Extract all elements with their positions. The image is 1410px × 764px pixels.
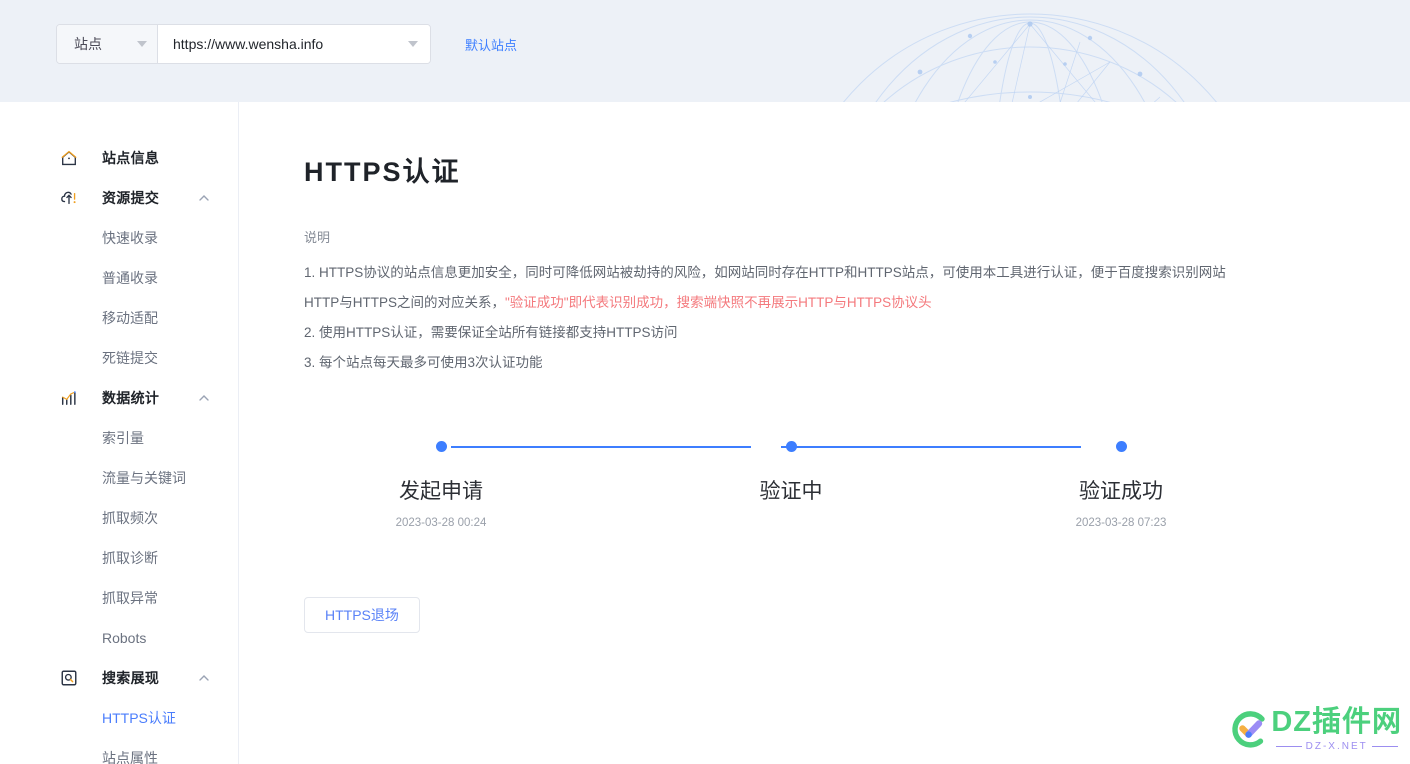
sidebar-item-label: Robots <box>102 630 147 646</box>
sidebar-item-label: HTTPS认证 <box>102 710 176 726</box>
watermark-domain-row: DZ-X.NET <box>1271 741 1402 752</box>
dz-check-circle-logo <box>1232 711 1266 748</box>
sidebar-item-label: 抓取频次 <box>102 510 158 526</box>
chevron-down-icon <box>137 41 147 47</box>
sidebar-nav: 站点信息 资源提交 快速收录 普通收录 移动适配 死链提交 数据统计 索引量 流… <box>0 102 239 764</box>
watermark-rule-right <box>1371 746 1398 747</box>
verification-steps: 发起申请 2023-03-28 00:24 验证中 验证成功 2023-03-2… <box>304 435 1166 555</box>
step-dot-icon <box>435 441 447 452</box>
watermark-brand: DZ插件网 <box>1271 706 1402 738</box>
sidebar-item-crawl-frequency[interactable]: 抓取频次 <box>0 498 238 538</box>
step-3: 验证成功 2023-03-28 07:23 <box>1011 435 1231 529</box>
bar-chart-icon <box>61 391 76 406</box>
sidebar-item-mobile-adapt[interactable]: 移动适配 <box>0 298 238 338</box>
default-site-link[interactable]: 默认站点 <box>465 35 517 54</box>
sidebar-item-label: 快速收录 <box>102 230 158 246</box>
description-label: 说明 <box>304 230 331 245</box>
site-selector[interactable]: 站点 https://www.wensha.info <box>56 24 431 64</box>
sidebar-item-label: 流量与关键词 <box>102 470 186 486</box>
sidebar-group-label: 站点信息 <box>102 150 160 166</box>
sidebar-group-resource-submit[interactable]: 资源提交 <box>0 178 238 218</box>
watermark-domain: DZ-X.NET <box>1305 741 1368 752</box>
sidebar-item-crawl-diagnosis[interactable]: 抓取诊断 <box>0 538 238 578</box>
sidebar-group-label: 数据统计 <box>102 390 160 406</box>
sidebar-item-label: 站点属性 <box>102 750 158 764</box>
site-url-value: https://www.wensha.info <box>173 36 324 52</box>
description-line-4: 3. 每个站点每天最多可使用3次认证功能 <box>304 355 543 370</box>
step-title: 验证成功 <box>1079 480 1163 503</box>
chevron-up-icon <box>199 675 209 681</box>
sidebar-group-search-display[interactable]: 搜索展现 <box>0 658 238 698</box>
step-dot-icon <box>1115 441 1127 452</box>
site-selector-bar: 站点 https://www.wensha.info 默认站点 <box>56 24 517 64</box>
upload-submit-icon <box>61 191 76 205</box>
sidebar-item-https-auth[interactable]: HTTPS认证 <box>0 698 238 738</box>
search-box-icon <box>61 670 77 686</box>
sidebar-group-data-stats[interactable]: 数据统计 <box>0 378 238 418</box>
step-timestamp: 2023-03-28 07:23 <box>1075 517 1167 529</box>
description-line-3: 2. 使用HTTPS认证，需要保证全站所有链接都支持HTTPS访问 <box>304 325 678 340</box>
step-1: 发起申请 2023-03-28 00:24 <box>331 435 551 529</box>
sidebar-item-deadlink-submit[interactable]: 死链提交 <box>0 338 238 378</box>
site-url-dropdown[interactable]: https://www.wensha.info <box>158 25 430 63</box>
main-content: HTTPS认证 说明 1. HTTPS协议的站点信息更加安全，同时可降低网站被劫… <box>239 102 1410 764</box>
sidebar-group-label: 资源提交 <box>102 190 160 206</box>
description-highlight-1: "验证成功"即代表识别成功， <box>505 295 677 310</box>
step-dot-icon <box>785 441 797 452</box>
step-title: 发起申请 <box>399 480 483 503</box>
sidebar-item-label: 索引量 <box>102 430 144 446</box>
chevron-down-icon <box>408 41 418 47</box>
description-line-2-plain: HTTP与HTTPS之间的对应关系， <box>304 295 505 310</box>
sidebar-group-site-info[interactable]: 站点信息 <box>0 138 238 178</box>
sidebar-item-label: 抓取异常 <box>102 590 158 606</box>
home-icon <box>61 150 77 166</box>
site-type-dropdown[interactable]: 站点 <box>57 25 158 63</box>
sidebar-item-crawl-error[interactable]: 抓取异常 <box>0 578 238 618</box>
sidebar-group-label: 搜索展现 <box>102 670 160 686</box>
sidebar-item-site-properties[interactable]: 站点属性 <box>0 738 238 764</box>
step-title: 验证中 <box>759 480 823 503</box>
sidebar-item-label: 普通收录 <box>102 270 158 286</box>
chevron-up-icon <box>199 195 209 201</box>
top-header: 站点 https://www.wensha.info 默认站点 <box>0 0 1410 102</box>
sidebar-item-putong-shoulu[interactable]: 普通收录 <box>0 258 238 298</box>
sidebar-item-robots[interactable]: Robots <box>0 618 238 658</box>
sidebar-item-label: 死链提交 <box>102 350 158 366</box>
step-timestamp: 2023-03-28 00:24 <box>395 517 487 529</box>
step-2: 验证中 <box>681 435 901 517</box>
sidebar-item-label: 抓取诊断 <box>102 550 158 566</box>
description-line-2: HTTP与HTTPS之间的对应关系，"验证成功"即代表识别成功，搜索端快照不再展… <box>304 288 1410 318</box>
site-type-label: 站点 <box>74 36 102 52</box>
chevron-up-icon <box>199 395 209 401</box>
sidebar-item-index-volume[interactable]: 索引量 <box>0 418 238 458</box>
description-line-1: 1. HTTPS协议的站点信息更加安全，同时可降低网站被劫持的风险，如网站同时存… <box>304 265 1226 280</box>
page-body: 站点信息 资源提交 快速收录 普通收录 移动适配 死链提交 数据统计 索引量 流… <box>0 102 1410 764</box>
sidebar-item-kuaisu-shoulu[interactable]: 快速收录 <box>0 218 238 258</box>
page-title: HTTPS认证 <box>304 157 461 187</box>
description-highlight-2: 搜索端快照不再展示HTTP与HTTPS协议头 <box>676 295 932 310</box>
wireframe-globe-graphic <box>843 13 1217 102</box>
watermark: DZ插件网 DZ-X.NET <box>1227 708 1402 752</box>
watermark-rule-left <box>1275 746 1302 747</box>
sidebar-item-traffic-keywords[interactable]: 流量与关键词 <box>0 458 238 498</box>
https-exit-button[interactable]: HTTPS退场 <box>304 597 420 633</box>
sidebar-item-label: 移动适配 <box>102 310 158 326</box>
